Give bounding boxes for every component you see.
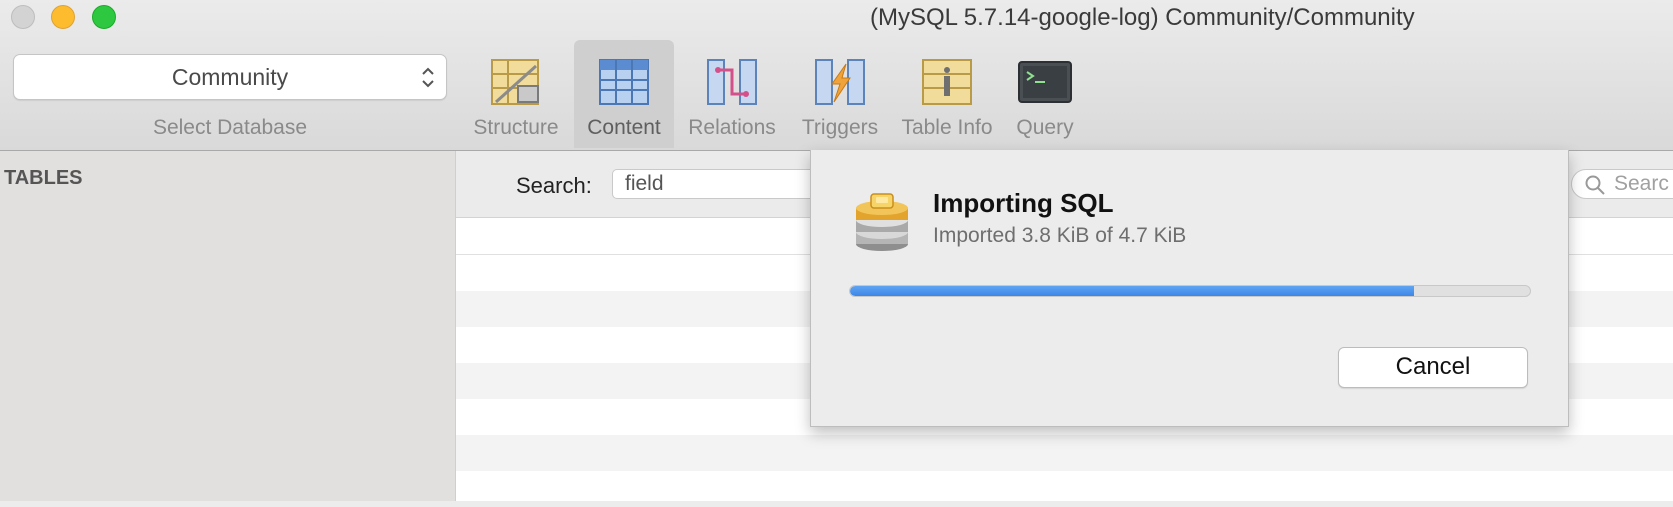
- close-window-button[interactable]: [11, 5, 35, 29]
- window-title: (MySQL 5.7.14-google-log) Community/Comm…: [870, 4, 1415, 31]
- triggers-icon: [815, 59, 865, 105]
- import-progress-fill: [850, 286, 1415, 296]
- tab-relations-label: Relations: [688, 116, 776, 139]
- tab-query-label: Query: [1016, 116, 1074, 139]
- minimize-window-button[interactable]: [51, 5, 75, 29]
- field-select[interactable]: field: [612, 169, 832, 199]
- tab-query[interactable]: Query: [1005, 40, 1085, 148]
- tables-sidebar: TABLES: [0, 151, 456, 501]
- database-select-value: Community: [171, 63, 289, 90]
- tab-triggers-label: Triggers: [801, 116, 879, 139]
- import-progress-bar: [849, 285, 1531, 297]
- sequel-pro-app-icon: [856, 193, 908, 251]
- tab-table-info[interactable]: Table Info: [896, 40, 998, 148]
- search-icon: [1585, 175, 1605, 195]
- dialog-title: Importing SQL: [933, 188, 1114, 218]
- table-row[interactable]: [456, 471, 1673, 507]
- content-icon: [599, 59, 649, 105]
- structure-icon: [491, 59, 539, 105]
- tab-content[interactable]: Content: [574, 40, 674, 148]
- zoom-window-button[interactable]: [92, 5, 116, 29]
- tab-structure[interactable]: Structure: [466, 40, 566, 148]
- tab-triggers[interactable]: Triggers: [790, 40, 890, 148]
- relations-icon: [707, 59, 757, 105]
- toolbar: (MySQL 5.7.14-google-log) Community/Comm…: [0, 0, 1673, 151]
- tab-relations[interactable]: Relations: [682, 40, 782, 148]
- table-row[interactable]: [456, 435, 1673, 471]
- tab-structure-label: Structure: [473, 116, 559, 139]
- search-label: Search:: [516, 173, 592, 198]
- database-select[interactable]: Community: [13, 54, 447, 100]
- tables-header: TABLES: [4, 167, 83, 189]
- tab-content-label: Content: [587, 116, 661, 139]
- import-dialog: Importing SQL Imported 3.8 KiB of 4.7 Ki…: [810, 150, 1569, 427]
- query-icon: [1018, 61, 1072, 103]
- search-placeholder: Searc: [1614, 172, 1669, 195]
- import-status-text: Imported 3.8 KiB of 4.7 KiB: [933, 224, 1187, 247]
- cancel-button[interactable]: Cancel: [1338, 347, 1528, 388]
- select-database-label: Select Database: [152, 116, 308, 139]
- search-input[interactable]: Searc: [1571, 169, 1673, 199]
- tab-table-info-label: Table Info: [901, 116, 993, 139]
- table-info-icon: [922, 59, 972, 105]
- chevron-updown-icon: [422, 67, 434, 88]
